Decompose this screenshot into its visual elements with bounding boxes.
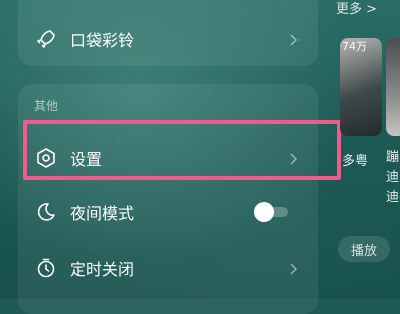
menu-item-ringtone[interactable]: 口袋彩铃 xyxy=(18,17,318,61)
menu-item-timer[interactable]: 定时关闭 xyxy=(18,246,318,290)
section-header-other: 其他 xyxy=(34,99,59,113)
playlist-title-line: 蹦迪 xyxy=(386,150,400,185)
play-count: 74万 xyxy=(342,40,367,53)
menu-item-label: 定时关闭 xyxy=(70,260,135,279)
toggle-knob xyxy=(254,202,274,222)
playlist-cover[interactable] xyxy=(386,38,400,136)
background-content: 更多 > 74万 多粤 蹦迪 迪- 播放 xyxy=(330,0,400,299)
menu-item-label: 夜间模式 xyxy=(70,204,135,223)
highlight-box xyxy=(23,120,341,180)
playlist-title-line: 迪- xyxy=(386,190,400,205)
menu-item-night-mode[interactable]: 夜间模式 xyxy=(18,190,318,234)
chevron-right-icon xyxy=(286,261,300,275)
moon-icon xyxy=(35,201,57,223)
stopwatch-icon xyxy=(35,257,57,279)
chevron-right-icon xyxy=(286,32,300,46)
rocket-icon xyxy=(35,28,57,50)
playlist-title: 蹦迪 迪- xyxy=(386,148,400,208)
play-button[interactable]: 播放 xyxy=(338,236,390,262)
menu-item-label: 口袋彩铃 xyxy=(70,31,135,50)
night-mode-toggle[interactable] xyxy=(254,202,290,222)
play-button-label: 播放 xyxy=(350,243,377,259)
more-link[interactable]: 更多 > xyxy=(336,0,377,17)
playlist-title: 多粤 xyxy=(342,154,369,169)
